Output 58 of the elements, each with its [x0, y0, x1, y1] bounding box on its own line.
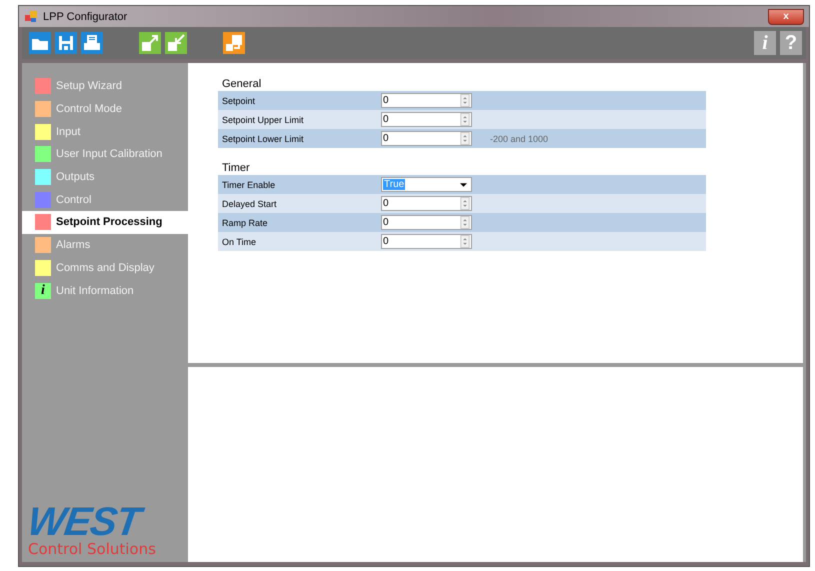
caret-icon [460, 182, 467, 186]
sidebar-label: Outputs [56, 171, 95, 184]
spinner-icon[interactable] [460, 113, 470, 126]
folder-icon[interactable] [29, 32, 51, 54]
setting-label: Setpoint Upper Limit [221, 114, 305, 124]
sidebar-item[interactable]: i Unit Information [22, 279, 188, 302]
number-field[interactable]: 0 [381, 234, 472, 249]
setting-label: Delayed Start [221, 198, 278, 208]
range-note: -200 and 1000 [490, 134, 548, 144]
spinner-icon[interactable] [460, 94, 470, 107]
app-icon [25, 10, 37, 22]
spinner-icon[interactable] [460, 197, 470, 210]
section-title: Timer [221, 161, 251, 175]
sidebar-label: Comms and Display [56, 262, 154, 274]
transfer-icon[interactable] [223, 32, 245, 54]
sidebar-label: Setpoint Processing [56, 216, 162, 228]
spinner-icon[interactable] [460, 235, 470, 248]
setting-label: Setpoint [221, 96, 256, 106]
sidebar-label: Alarms [56, 239, 90, 252]
sidebar-item[interactable]: Control [22, 188, 188, 212]
spinner-icon[interactable] [460, 132, 470, 145]
dropdown-field[interactable]: True [381, 177, 472, 192]
setting-label: Timer Enable [221, 180, 276, 190]
sidebar-label: User Input Calibration [56, 148, 162, 160]
info-icon: i [35, 282, 51, 299]
sidebar-item[interactable]: Setup Wizard [22, 75, 188, 98]
sidebar-item[interactable]: User Input Calibration [22, 143, 188, 166]
number-field[interactable]: 0 [381, 196, 472, 211]
setting-label: Ramp Rate [221, 218, 269, 228]
sidebar-label: Control [56, 194, 92, 206]
section-title: General [221, 77, 262, 91]
sidebar-label: Setup Wizard [56, 80, 122, 92]
number-field[interactable]: 0 [381, 112, 472, 127]
save-icon[interactable] [55, 32, 77, 54]
logo-brand: WEST [25, 504, 191, 540]
number-field[interactable]: 0 [381, 215, 472, 230]
setting-label: On Time [221, 236, 258, 246]
spinner-icon[interactable] [460, 216, 470, 229]
print-icon[interactable] [81, 32, 103, 54]
logo-tagline: Control Solutions [28, 540, 157, 558]
close-button[interactable]: x [768, 8, 804, 24]
sidebar-item[interactable]: Setpoint Processing [22, 211, 188, 234]
sidebar-label: Input [56, 126, 80, 138]
number-field[interactable]: 0 [381, 131, 472, 146]
sidebar-item[interactable]: Comms and Display [22, 256, 188, 280]
sidebar-label: Unit Information [56, 284, 134, 297]
window-title: LPP Configurator [43, 10, 128, 22]
sidebar-label: Control Mode [56, 103, 122, 116]
sidebar-item[interactable]: Control Mode [22, 98, 188, 120]
number-field[interactable]: 0 [381, 93, 472, 108]
export-icon[interactable] [139, 32, 161, 54]
setting-label: Setpoint Lower Limit [221, 134, 305, 144]
help-button[interactable]: ? [780, 31, 802, 55]
sidebar-item[interactable]: Alarms [22, 234, 188, 256]
sidebar-item[interactable]: Input [22, 120, 188, 144]
help-button[interactable]: i [754, 31, 776, 55]
sidebar-item[interactable]: Outputs [22, 166, 188, 188]
import-icon[interactable] [165, 32, 187, 54]
